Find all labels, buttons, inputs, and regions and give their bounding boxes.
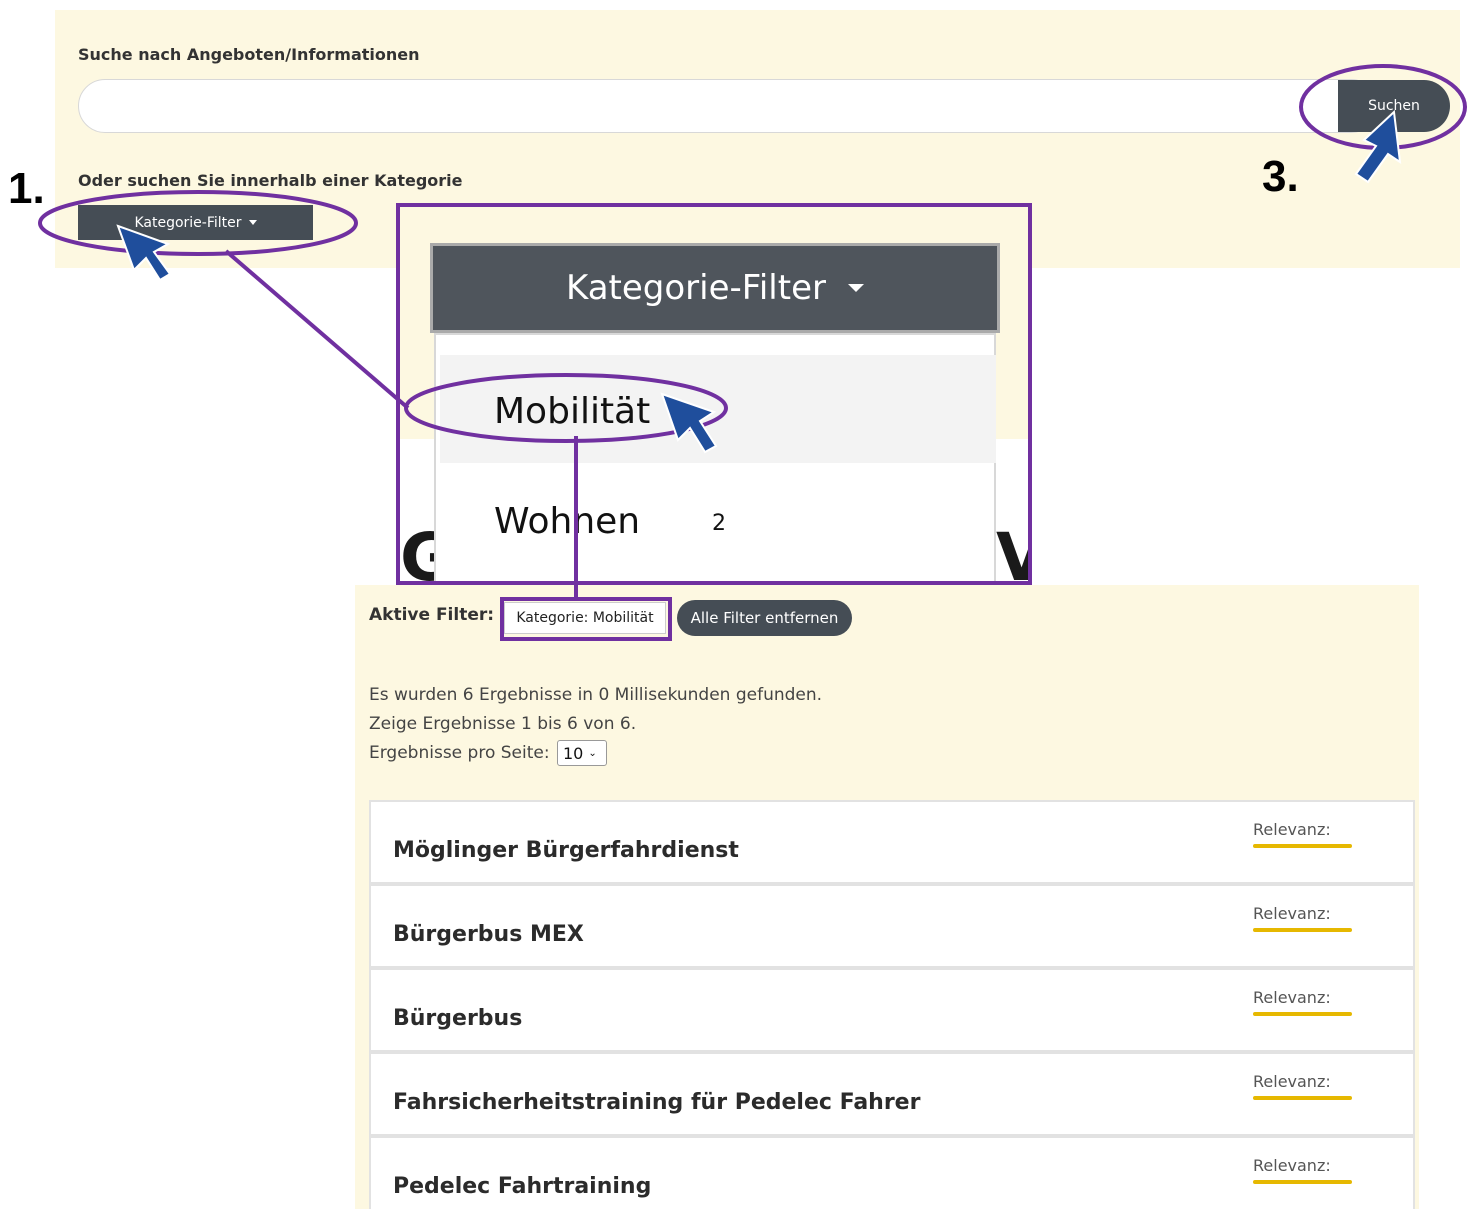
result-item[interactable]: Bürgerbus Relevanz: <box>369 968 1415 1052</box>
category-filter-button[interactable]: Kategorie-Filter <box>78 205 313 240</box>
connector-line <box>224 249 410 410</box>
dropdown-item-wohnen-label[interactable]: Wohnen <box>494 501 640 542</box>
result-title[interactable]: Möglinger Bürgerfahrdienst <box>393 838 739 863</box>
relevance-bar <box>1253 1180 1352 1184</box>
category-dropdown-menu: Mobilität Wohnen 2 <box>434 333 996 581</box>
relevance-bar <box>1253 1096 1352 1100</box>
caret-down-icon <box>248 220 257 225</box>
dropdown-item-wohnen-count: 2 <box>712 511 726 536</box>
active-filters-label: Aktive Filter: <box>369 605 495 625</box>
result-item[interactable]: Möglinger Bürgerfahrdienst Relevanz: <box>369 800 1415 884</box>
result-item[interactable]: Bürgerbus MEX Relevanz: <box>369 884 1415 968</box>
relevance-bar <box>1253 928 1352 932</box>
category-heading: Oder suchen Sie innerhalb einer Kategori… <box>78 171 463 190</box>
results-summary: Es wurden 6 Ergebnisse in 0 Millisekunde… <box>369 685 823 705</box>
chevron-down-icon: ⌄ <box>588 747 597 759</box>
remove-all-filters-button[interactable]: Alle Filter entfernen <box>677 600 852 636</box>
category-filter-label: Kategorie-Filter <box>134 214 242 231</box>
search-button[interactable]: Suchen <box>1338 80 1450 132</box>
results-panel: Aktive Filter: Kategorie: Mobilität Alle… <box>355 585 1419 1209</box>
result-title[interactable]: Bürgerbus <box>393 1006 522 1031</box>
relevance-label: Relevanz: <box>1253 820 1331 839</box>
result-item[interactable]: Fahrsicherheitstraining für Pedelec Fahr… <box>369 1052 1415 1136</box>
per-page-label: Ergebnisse pro Seite: <box>369 743 550 763</box>
active-filter-chip[interactable]: Kategorie: Mobilität <box>504 602 666 634</box>
relevance-label: Relevanz: <box>1253 904 1331 923</box>
step-3-label: 3. <box>1262 152 1299 201</box>
per-page-value: 10 <box>563 743 584 763</box>
zoom-category-filter-label: Kategorie-Filter <box>566 268 826 308</box>
zoom-background-text-right: V <box>996 519 1028 581</box>
search-heading: Suche nach Angeboten/Informationen <box>78 45 420 64</box>
dropdown-item-mobilitaet-label: Mobilität <box>494 391 651 432</box>
search-input[interactable] <box>78 79 1378 133</box>
result-title[interactable]: Fahrsicherheitstraining für Pedelec Fahr… <box>393 1090 920 1115</box>
zoom-callout: G V Kategorie-Filter Mobilität Wohnen 2 <box>396 203 1032 585</box>
result-item[interactable]: Pedelec Fahrtraining Relevanz: <box>369 1136 1415 1209</box>
step-1-label: 1. <box>8 164 45 213</box>
zoom-category-filter-button[interactable]: Kategorie-Filter <box>430 243 1000 333</box>
results-range: Zeige Ergebnisse 1 bis 6 von 6. <box>369 714 637 734</box>
relevance-label: Relevanz: <box>1253 1072 1331 1091</box>
per-page-select[interactable]: 10 ⌄ <box>557 740 607 766</box>
relevance-label: Relevanz: <box>1253 988 1331 1007</box>
result-title[interactable]: Bürgerbus MEX <box>393 922 584 947</box>
result-title[interactable]: Pedelec Fahrtraining <box>393 1174 651 1199</box>
relevance-label: Relevanz: <box>1253 1156 1331 1175</box>
relevance-bar <box>1253 1012 1352 1016</box>
relevance-bar <box>1253 844 1352 848</box>
caret-down-icon <box>847 284 864 292</box>
